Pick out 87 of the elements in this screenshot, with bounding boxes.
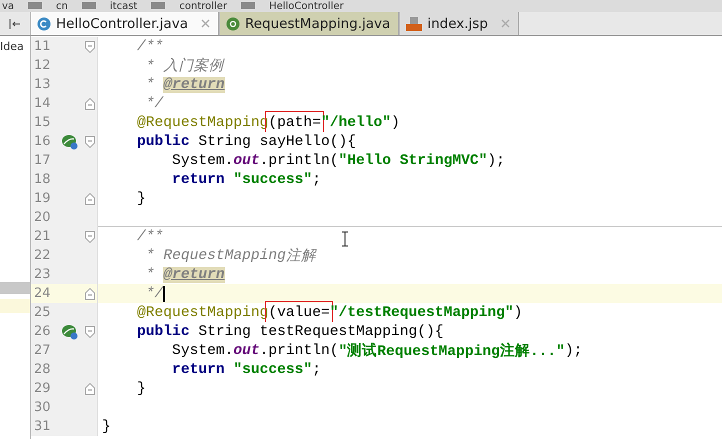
text-caret (163, 286, 166, 302)
editor-tab[interactable]: index.jsp (399, 12, 519, 35)
code-comment: */ (144, 286, 164, 302)
code-comment: /** (136, 38, 164, 54)
javadoc-tag: @return (163, 266, 225, 282)
code-text: System. (171, 342, 234, 358)
close-icon[interactable] (200, 19, 210, 28)
fold-icon[interactable] (84, 382, 94, 394)
line-number: 31 (33, 419, 52, 434)
code-text: ); (564, 342, 582, 358)
line-number: 14 (33, 96, 52, 111)
bean-icon[interactable] (61, 324, 79, 340)
line-number: 16 (33, 134, 52, 149)
code-comment: * (144, 266, 156, 282)
line-number: 21 (33, 229, 52, 244)
code-text: } (136, 190, 146, 206)
tab-label: RequestMapping.java (244, 16, 390, 32)
static-field: out (233, 152, 260, 168)
line-number: 19 (33, 191, 52, 206)
editor-tab[interactable]: RequestMapping.java (218, 12, 400, 35)
line-number: 25 (33, 305, 52, 320)
code-keyword: public (136, 324, 191, 340)
line-number: 29 (33, 381, 52, 396)
line-number: 17 (33, 153, 52, 168)
fold-icon[interactable] (84, 192, 94, 204)
breadcrumb-item[interactable]: va (2, 0, 14, 12)
tab-label: index.jsp (427, 16, 488, 32)
code-comment: * (144, 76, 156, 92)
string-literal: "测试RequestMapping注解..." (338, 342, 565, 360)
tab-label: HelloController.java (56, 16, 188, 32)
code-keyword: return (171, 362, 226, 378)
line-number: 12 (33, 58, 52, 73)
line-number: 23 (33, 267, 52, 282)
string-literal: "success" (233, 172, 312, 188)
breadcrumb-item[interactable]: cn (56, 0, 68, 12)
fold-icon[interactable] (84, 40, 94, 52)
static-field: out (233, 342, 260, 358)
code-comment: * (144, 248, 156, 264)
code-keyword: public (136, 134, 191, 150)
line-number: 22 (33, 248, 52, 263)
code-comment: /** (136, 228, 164, 244)
code-text: ) (514, 304, 522, 320)
string-literal: "success" (233, 362, 312, 378)
line-number: 24 (33, 286, 52, 301)
annotation-icon (226, 16, 240, 30)
line-number: 18 (33, 172, 52, 187)
bean-icon[interactable] (61, 134, 79, 150)
code-text: String testRequestMapping(){ (198, 324, 444, 340)
code-comment: */ (144, 96, 164, 112)
line-number: 27 (33, 343, 52, 358)
code-text: .println( (260, 152, 338, 168)
code-text: ; (312, 362, 321, 378)
jsp-file-icon (406, 16, 422, 30)
line-number: 26 (33, 324, 52, 339)
code-text: ); (487, 152, 505, 168)
line-number: 30 (33, 400, 52, 415)
line-number: 11 (33, 39, 52, 54)
breadcrumb-item[interactable]: HelloController (269, 0, 344, 12)
collapse-icon[interactable] (9, 18, 21, 28)
fold-icon[interactable] (84, 326, 94, 338)
code-text: ) (391, 114, 400, 130)
code-text: ; (312, 172, 321, 188)
string-literal: "Hello StringMVC" (338, 152, 488, 168)
fold-icon[interactable] (84, 136, 94, 148)
fold-icon[interactable] (84, 98, 94, 110)
line-number: 15 (33, 115, 52, 130)
javadoc-tag: @return (163, 76, 225, 92)
code-text: String sayHello(){ (198, 134, 356, 150)
code-comment: RequestMapping (163, 248, 286, 264)
fold-icon[interactable] (84, 230, 94, 242)
code-comment: * 入门案例 (144, 56, 224, 75)
class-icon (37, 16, 51, 30)
code-keyword: return (171, 172, 226, 188)
breadcrumb-item[interactable]: itcast (110, 0, 138, 12)
code-text: .println( (260, 342, 338, 358)
code-text: } (136, 380, 146, 396)
text-cursor-icon (341, 231, 349, 247)
editor-tab[interactable]: HelloController.java (30, 12, 219, 35)
line-number: 20 (33, 210, 52, 225)
line-number: 28 (33, 362, 52, 377)
code-text: } (102, 418, 111, 434)
code-text: System. (171, 152, 234, 168)
breadcrumb-item[interactable]: controller (179, 0, 228, 12)
project-label[interactable]: Idea (0, 40, 24, 53)
line-number: 13 (33, 77, 52, 92)
fold-icon[interactable] (84, 288, 94, 300)
code-comment: 注解 (286, 246, 316, 265)
